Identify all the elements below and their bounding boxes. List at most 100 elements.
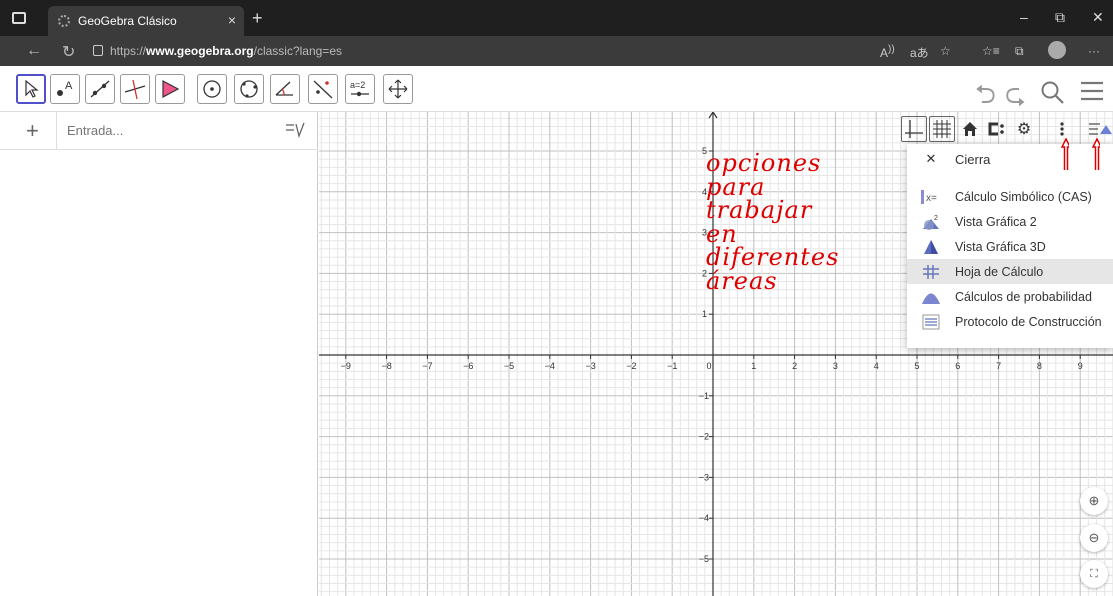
translate-icon[interactable]: aあ bbox=[910, 44, 929, 61]
tab-actions-icon[interactable] bbox=[12, 12, 26, 24]
reflect-icon bbox=[313, 80, 333, 99]
x-tick-label: −8 bbox=[381, 361, 391, 371]
home-button[interactable] bbox=[957, 116, 983, 142]
perpendicular-icon bbox=[124, 79, 146, 100]
menu-item-cas[interactable]: x= Cálculo Simbólico (CAS) bbox=[907, 184, 1113, 209]
x-tick-label: −2 bbox=[626, 361, 636, 371]
annotation-arrow-icon bbox=[1061, 138, 1069, 170]
url-field[interactable]: https://www.geogebra.org/classic?lang=es bbox=[110, 44, 342, 58]
graphics-2-icon: 2 bbox=[907, 213, 955, 231]
window-close-button[interactable]: ✕ bbox=[1092, 9, 1104, 26]
perpendicular-tool[interactable] bbox=[120, 74, 150, 104]
zoom-in-button[interactable]: ⊕ bbox=[1080, 487, 1108, 515]
favorite-add-icon[interactable]: ☆ bbox=[940, 44, 951, 58]
probability-icon bbox=[907, 289, 955, 305]
angle-tool[interactable] bbox=[270, 74, 300, 104]
y-tick-label: −5 bbox=[699, 554, 709, 564]
point-capture-button[interactable] bbox=[983, 116, 1009, 142]
construction-protocol-icon bbox=[907, 314, 955, 330]
y-tick-label: 1 bbox=[702, 309, 707, 319]
y-tick-label: −3 bbox=[699, 472, 709, 482]
minimize-button[interactable]: – bbox=[1020, 9, 1028, 25]
ellipse-tool[interactable] bbox=[234, 74, 264, 104]
toggle-axes-button[interactable] bbox=[901, 116, 927, 142]
browser-window: GeoGebra Clásico × + – ⧉ ✕ ← ↻ https://w… bbox=[0, 0, 1113, 596]
profile-avatar[interactable] bbox=[1048, 41, 1066, 59]
back-button[interactable]: ← bbox=[26, 42, 42, 60]
x-tick-label: 0 bbox=[706, 361, 711, 371]
settings-button[interactable]: ⚙ bbox=[1011, 116, 1037, 142]
style-bar-toggle-button[interactable] bbox=[1087, 116, 1113, 142]
x-tick-label: −7 bbox=[422, 361, 432, 371]
move-tool[interactable] bbox=[16, 74, 46, 104]
move-graphics-tool[interactable] bbox=[383, 74, 413, 104]
search-icon[interactable] bbox=[1040, 80, 1066, 106]
y-tick-label: −2 bbox=[699, 432, 709, 442]
url-prefix: https:// bbox=[110, 44, 147, 58]
read-aloud-icon[interactable]: A)) bbox=[880, 44, 895, 60]
annotation-text: opciones para trabajar en diferentes áre… bbox=[706, 149, 840, 295]
algebra-input-row: + bbox=[0, 112, 318, 150]
collections-icon[interactable]: ⧉ bbox=[1015, 44, 1024, 59]
new-tab-button[interactable]: + bbox=[252, 8, 263, 29]
tab-title: GeoGebra Clásico bbox=[78, 14, 177, 28]
y-tick-label: −1 bbox=[699, 391, 709, 401]
line-tool[interactable] bbox=[85, 74, 115, 104]
menu-item-label: Hoja de Cálculo bbox=[955, 264, 1044, 279]
graphics-style-bar: ⚙ bbox=[899, 116, 1113, 144]
x-tick-label: 5 bbox=[914, 361, 919, 371]
reflect-tool[interactable] bbox=[308, 74, 338, 104]
circle-icon bbox=[203, 80, 221, 98]
fullscreen-icon: ⛶ bbox=[1090, 567, 1098, 580]
hamburger-menu-icon[interactable] bbox=[1080, 80, 1104, 102]
url-domain: www.geogebra.org bbox=[146, 44, 254, 58]
fullscreen-button[interactable]: ⛶ bbox=[1080, 560, 1108, 588]
x-tick-label: 3 bbox=[833, 361, 838, 371]
point-icon: A bbox=[57, 80, 73, 96]
three-dots-icon bbox=[1060, 122, 1064, 136]
zoom-in-icon: ⊕ bbox=[1088, 493, 1100, 508]
axes-icon bbox=[905, 120, 923, 138]
x-tick-label: −6 bbox=[463, 361, 473, 371]
add-item-button[interactable]: + bbox=[26, 118, 39, 144]
menu-item-label: Vista Gráfica 2 bbox=[955, 214, 1037, 229]
point-capture-icon bbox=[988, 122, 1004, 136]
menu-item-graphics-2[interactable]: 2 Vista Gráfica 2 bbox=[907, 209, 1113, 234]
svg-text:a=2: a=2 bbox=[350, 80, 365, 90]
svg-text:2: 2 bbox=[934, 215, 938, 222]
x-tick-label: 4 bbox=[874, 361, 879, 371]
menu-item-probability[interactable]: Cálculos de probabilidad bbox=[907, 284, 1113, 309]
close-icon: ✕ bbox=[925, 151, 937, 166]
restore-button[interactable]: ⧉ bbox=[1055, 9, 1065, 26]
svg-text:A: A bbox=[65, 80, 73, 92]
move-view-icon bbox=[388, 79, 408, 99]
circle-tool[interactable] bbox=[197, 74, 227, 104]
polygon-tool[interactable] bbox=[155, 74, 185, 104]
x-tick-label: 6 bbox=[955, 361, 960, 371]
spreadsheet-icon bbox=[907, 264, 955, 280]
x-tick-label: 7 bbox=[996, 361, 1001, 371]
angle-icon bbox=[275, 81, 293, 96]
menu-item-label: Cálculo Simbólico (CAS) bbox=[955, 189, 1092, 204]
menu-item-spreadsheet[interactable]: Hoja de Cálculo bbox=[907, 259, 1113, 284]
slider-tool[interactable]: a=2 bbox=[345, 74, 375, 104]
favorites-icon[interactable]: ☆≡ bbox=[982, 44, 1000, 58]
x-tick-label: −1 bbox=[667, 361, 677, 371]
slider-icon: a=2 bbox=[350, 80, 369, 97]
browser-tab[interactable]: GeoGebra Clásico × bbox=[48, 6, 244, 36]
algebra-input-field[interactable] bbox=[56, 112, 276, 150]
point-tool[interactable]: A bbox=[50, 74, 80, 104]
algebra-options-icon[interactable] bbox=[284, 120, 308, 140]
cursor-icon bbox=[25, 80, 39, 98]
zoom-out-button[interactable]: ⊖ bbox=[1080, 524, 1108, 552]
menu-close-item[interactable]: ✕ Cierra bbox=[907, 144, 1113, 174]
refresh-button[interactable]: ↻ bbox=[62, 42, 75, 62]
menu-item-construction-protocol[interactable]: Protocolo de Construcción bbox=[907, 309, 1113, 334]
cas-icon: x= bbox=[907, 189, 955, 205]
line-icon bbox=[90, 80, 110, 98]
tab-close-button[interactable]: × bbox=[228, 12, 236, 28]
more-menu-icon[interactable]: ··· bbox=[1088, 44, 1100, 58]
toggle-grid-button[interactable] bbox=[929, 116, 955, 142]
lock-icon[interactable] bbox=[93, 45, 103, 56]
menu-item-3d-graphics[interactable]: Vista Gráfica 3D bbox=[907, 234, 1113, 259]
